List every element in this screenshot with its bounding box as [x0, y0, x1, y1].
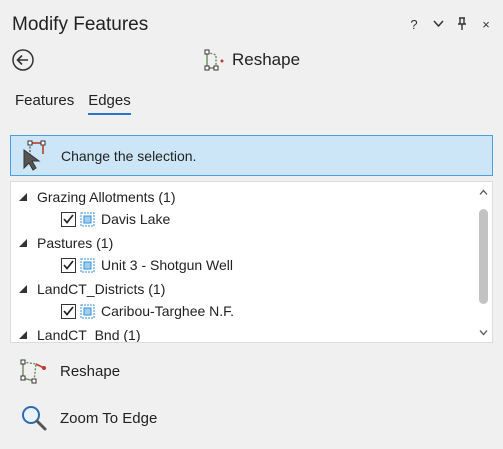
active-tool: Reshape — [204, 49, 300, 71]
item-checkbox[interactable] — [61, 303, 76, 319]
check-icon — [63, 260, 74, 270]
scroll-up-arrow-icon[interactable] — [479, 188, 488, 197]
reshape-label: Reshape — [60, 362, 121, 380]
window-controls: ? × — [407, 16, 493, 32]
selection-tree[interactable]: Grazing Allotments (1) Davis Lake Pastur… — [10, 181, 493, 343]
polygon-feature-icon — [80, 304, 95, 318]
item-label: Caribou-Targhee N.F. — [101, 303, 235, 319]
pane-title: Modify Features — [12, 14, 149, 35]
group-label: Grazing Allotments (1) — [37, 189, 176, 205]
tree-group[interactable]: Pastures (1) — [11, 232, 113, 254]
group-label: Pastures (1) — [37, 235, 114, 251]
item-checkbox[interactable] — [61, 257, 76, 273]
pin-icon — [458, 17, 466, 30]
zoom-to-edge-label: Zoom To Edge — [60, 409, 158, 427]
tool-header: Reshape — [0, 44, 503, 76]
scrollbar-thumb[interactable] — [479, 209, 488, 304]
tree-item[interactable]: Unit 3 - Shotgun Well — [61, 254, 233, 276]
scroll-down-arrow-icon[interactable] — [479, 328, 488, 337]
reshape-icon — [20, 359, 46, 384]
pane-titlebar: Modify Features ? × — [0, 0, 503, 40]
polygon-feature-icon — [80, 212, 95, 226]
back-arrow-icon[interactable] — [12, 49, 34, 71]
tab-features[interactable]: Features — [15, 92, 74, 115]
item-checkbox[interactable] — [61, 211, 76, 227]
expanded-triangle-icon[interactable] — [19, 285, 27, 293]
polygon-feature-icon — [80, 258, 95, 272]
options-dropdown-button[interactable] — [431, 16, 445, 32]
select-cursor-icon — [23, 140, 46, 171]
group-label: LandCT_Bnd (1) — [37, 327, 141, 343]
tree-item[interactable]: Davis Lake — [61, 208, 170, 230]
item-label: Unit 3 - Shotgun Well — [101, 257, 234, 273]
tree-item[interactable]: Caribou-Targhee N.F. — [61, 300, 234, 322]
selection-info-bar: Change the selection. — [10, 135, 493, 176]
tree-scrollbar[interactable] — [477, 184, 490, 340]
help-button[interactable]: ? — [407, 16, 421, 32]
selection-message: Change the selection. — [61, 147, 197, 164]
close-button[interactable]: × — [479, 16, 493, 32]
tool-name: Reshape — [232, 50, 301, 69]
reshape-button[interactable]: Reshape — [20, 358, 120, 384]
item-label: Davis Lake — [101, 211, 171, 227]
tree-group[interactable]: Grazing Allotments (1) — [11, 186, 176, 208]
group-label: LandCT_Districts (1) — [37, 281, 166, 297]
zoom-to-edge-button[interactable]: Zoom To Edge — [20, 404, 157, 432]
check-icon — [63, 214, 74, 224]
chevron-down-icon — [432, 20, 444, 28]
pin-button[interactable] — [455, 16, 469, 32]
expanded-triangle-icon[interactable] — [19, 193, 27, 201]
tab-edges[interactable]: Edges — [88, 92, 131, 115]
magnifier-icon — [22, 406, 47, 431]
tree-group[interactable]: LandCT_Districts (1) — [11, 278, 165, 300]
tree-group[interactable]: LandCT_Bnd (1) — [11, 324, 141, 343]
expanded-triangle-icon[interactable] — [19, 239, 27, 247]
check-icon — [63, 306, 74, 316]
tab-strip: Features Edges — [15, 92, 131, 115]
expanded-triangle-icon[interactable] — [19, 331, 27, 339]
reshape-icon — [204, 49, 224, 71]
